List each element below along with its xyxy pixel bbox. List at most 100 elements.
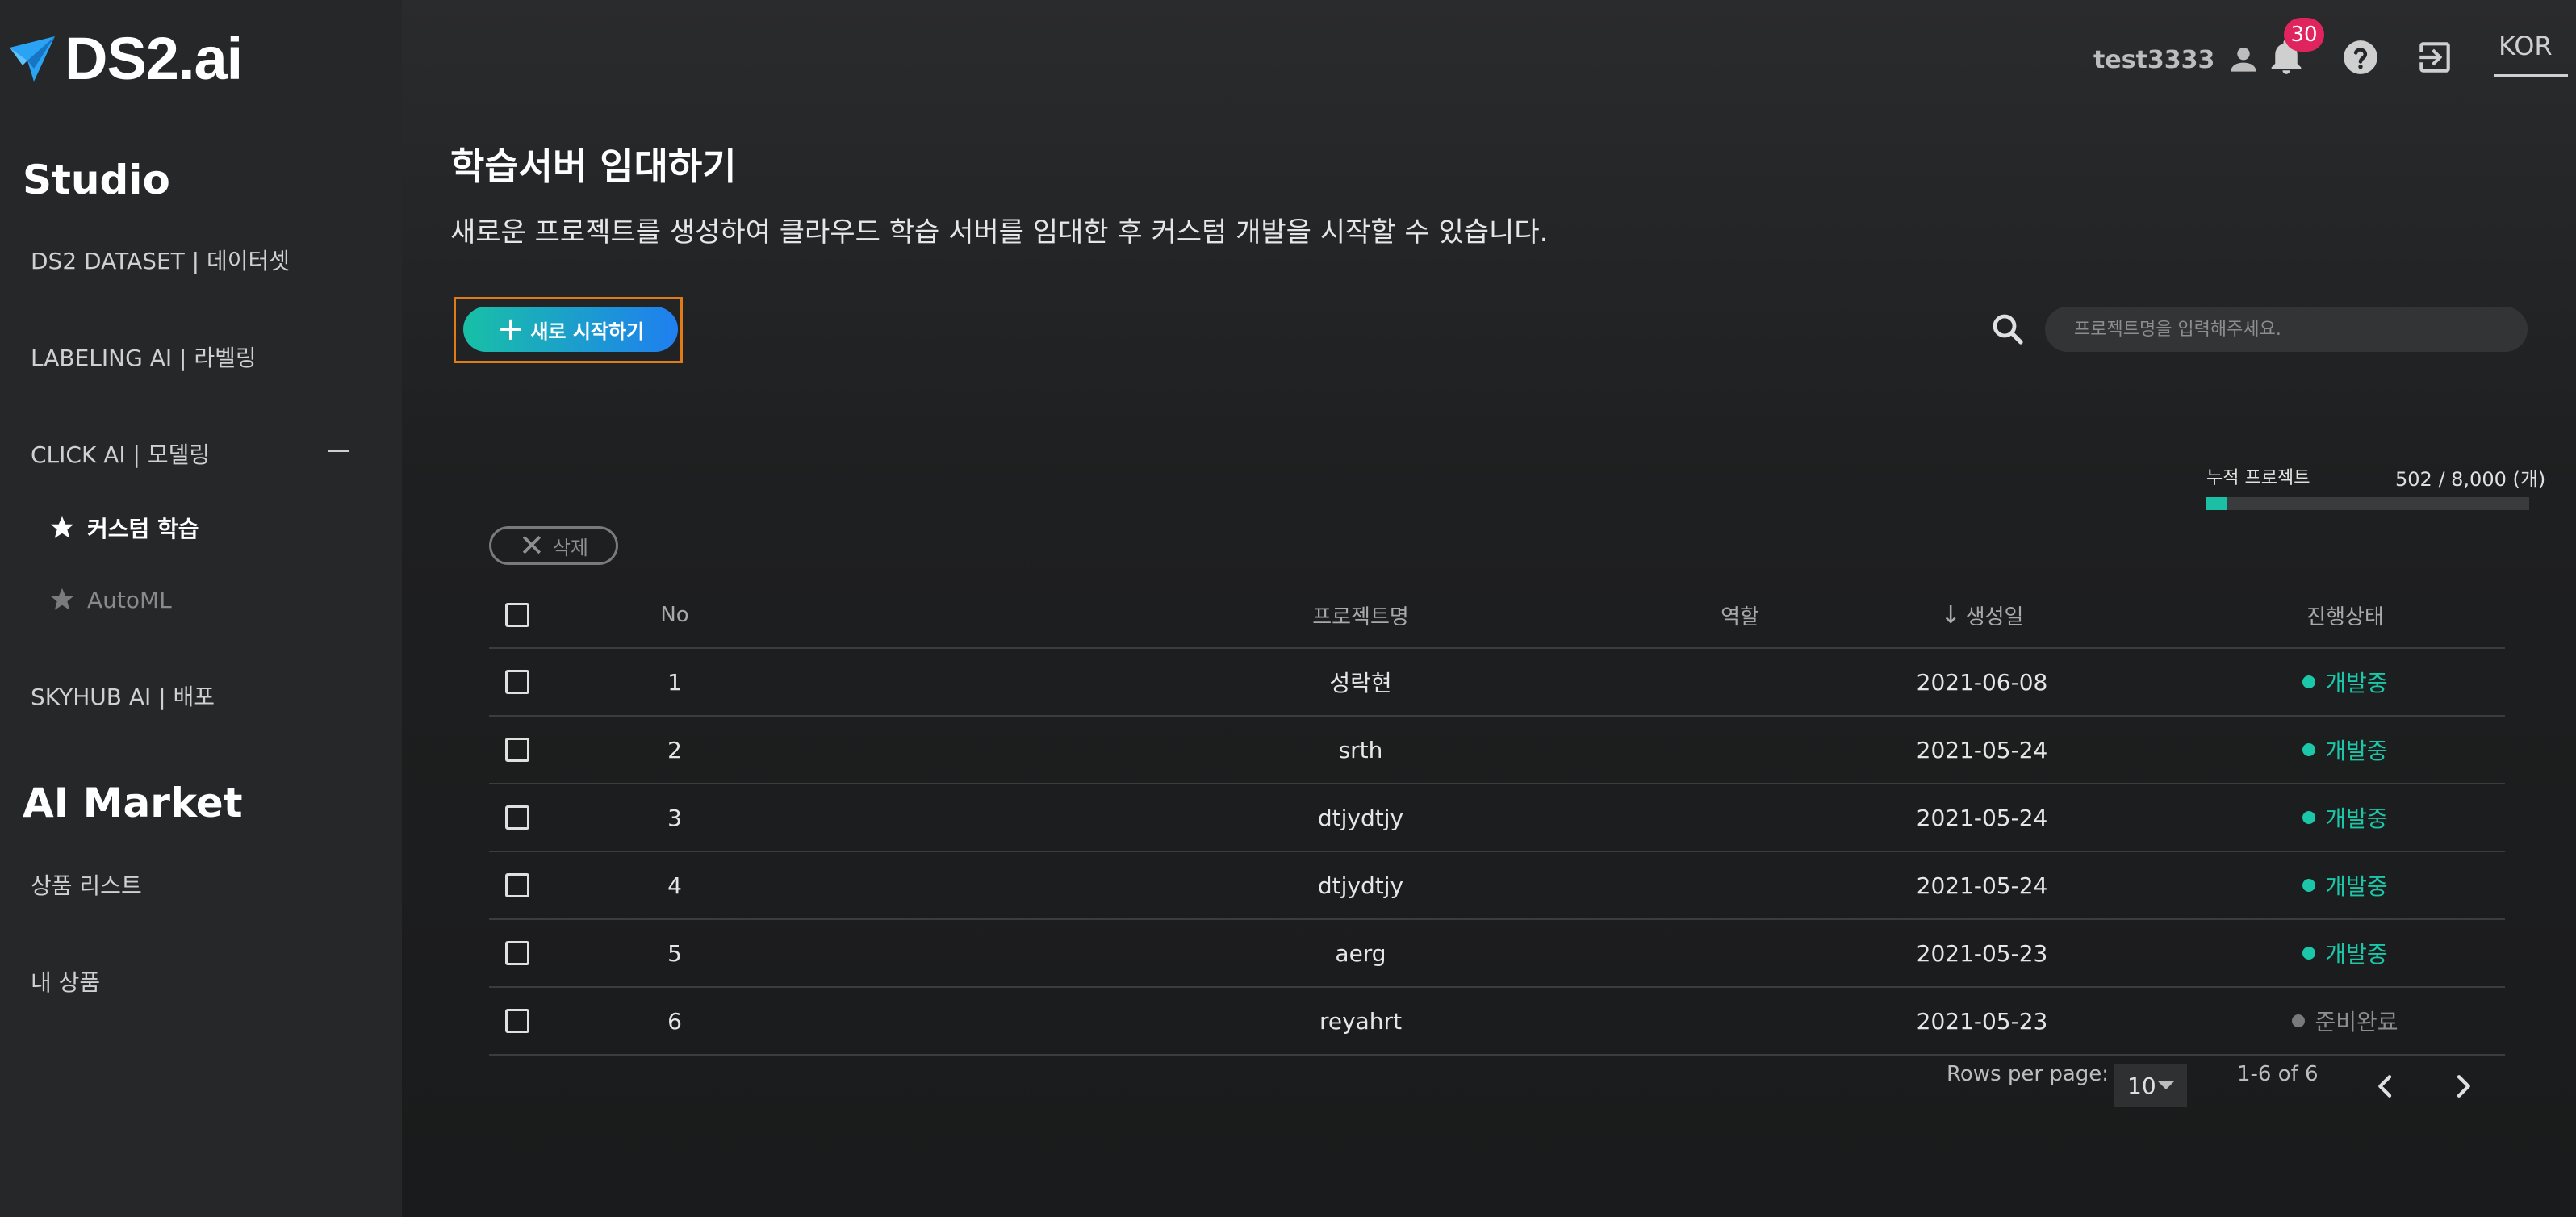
row-check-cell	[505, 852, 529, 918]
status-dot-icon	[2292, 1014, 2306, 1027]
sidebar-subitem-label: 커스텀 학습	[87, 516, 199, 542]
row-check-cell	[505, 920, 529, 986]
row-date: 2021-05-24	[1916, 872, 2048, 899]
column-header-role[interactable]: 역할	[1619, 583, 1861, 647]
status-dot-icon	[2302, 811, 2316, 824]
star-icon	[50, 588, 74, 610]
sidebar-subitem-label: AutoML	[87, 586, 172, 613]
sidebar: DS2.ai Studio DS2 DATASET | 데이터셋 LABELIN…	[0, 0, 402, 1217]
status-dot-icon	[2302, 947, 2316, 960]
row-no: 6	[667, 1007, 682, 1035]
row-project-name[interactable]: dtjydtjy	[1199, 852, 1522, 918]
search-icon[interactable]	[1988, 310, 2027, 349]
row-no: 5	[667, 939, 682, 967]
row-check-cell	[505, 649, 529, 715]
rows-per-page-select[interactable]: 10	[2114, 1064, 2187, 1107]
row-role	[1619, 920, 1861, 986]
status-dot-icon	[2302, 743, 2316, 756]
row-status-label: 개발중	[2325, 670, 2388, 696]
column-header-name[interactable]: 프로젝트명	[1199, 583, 1522, 647]
row-checkbox[interactable]	[505, 670, 529, 694]
row-status: 개발중	[2224, 784, 2466, 851]
sidebar-subitem-automl[interactable]: AutoML	[48, 586, 172, 613]
row-project-name[interactable]: dtjydtjy	[1199, 784, 1522, 851]
select-all-checkbox[interactable]	[505, 603, 529, 627]
row-checkbox[interactable]	[505, 738, 529, 762]
quota-progress-bar	[2206, 497, 2529, 510]
select-all-cell	[505, 583, 529, 647]
new-project-button[interactable]: + 새로 시작하기	[463, 307, 678, 352]
chevron-left-icon[interactable]	[2369, 1070, 2402, 1102]
sidebar-item-dataset[interactable]: DS2 DATASET | 데이터셋	[31, 244, 290, 276]
row-checkbox[interactable]	[505, 805, 529, 830]
row-role	[1619, 649, 1861, 715]
sidebar-item-product-list[interactable]: 상품 리스트	[31, 868, 142, 901]
sidebar-subitem-custom-training[interactable]: 커스텀 학습	[48, 512, 199, 544]
row-project-name[interactable]: reyahrt	[1199, 988, 1522, 1054]
row-project-name[interactable]: srth	[1199, 717, 1522, 783]
section-title-studio: Studio	[23, 157, 170, 203]
row-status: 개발중	[2224, 852, 2466, 918]
search-input[interactable]	[2045, 307, 2528, 352]
row-project-name[interactable]: 성락현	[1199, 649, 1522, 715]
sidebar-item-labeling[interactable]: LABELING AI | 라벨링	[31, 341, 257, 373]
section-title-ai-market: AI Market	[23, 780, 243, 826]
star-icon	[50, 516, 74, 538]
row-role	[1619, 988, 1861, 1054]
column-header-date-label: 생성일	[1965, 604, 2024, 629]
row-role	[1619, 717, 1861, 783]
row-checkbox[interactable]	[505, 873, 529, 897]
row-date: 2021-06-08	[1916, 668, 2048, 696]
pagination-range: 1-6 of 6	[2237, 1062, 2319, 1086]
row-checkbox[interactable]	[505, 1009, 529, 1033]
column-header-date[interactable]: ↓ 생성일	[1861, 583, 2103, 647]
table-row[interactable]: 3 dtjydtjy 2021-05-24 개발중	[489, 784, 2505, 852]
quota-progress-fill	[2206, 497, 2227, 510]
row-status: 개발중	[2224, 920, 2466, 986]
page-title: 학습서버 임대하기	[450, 144, 737, 188]
row-project-name[interactable]: aerg	[1199, 920, 1522, 986]
row-date: 2021-05-23	[1916, 939, 2048, 967]
chevron-right-icon[interactable]	[2447, 1070, 2479, 1102]
logout-icon[interactable]	[2415, 37, 2455, 77]
language-underline	[2494, 74, 2568, 77]
delete-button-label: 삭제	[552, 536, 588, 559]
row-role	[1619, 784, 1861, 851]
row-check-cell	[505, 784, 529, 851]
logo-text: DS2.ai	[65, 25, 243, 92]
column-header-no[interactable]: No	[634, 583, 715, 647]
row-date: 2021-05-23	[1916, 1007, 2048, 1035]
row-status: 개발중	[2224, 717, 2466, 783]
table-row[interactable]: 6 reyahrt 2021-05-23 준비완료	[489, 988, 2505, 1056]
row-status-label: 개발중	[2325, 873, 2388, 900]
delete-button[interactable]: ✕ 삭제	[489, 526, 618, 565]
row-no: 2	[667, 736, 682, 763]
status-dot-icon	[2302, 675, 2316, 688]
sidebar-item-click-ai[interactable]: CLICK AI | 모델링	[31, 437, 210, 470]
table-row[interactable]: 4 dtjydtjy 2021-05-24 개발중	[489, 852, 2505, 920]
status-dot-icon	[2302, 879, 2316, 892]
rows-per-page-value: 10	[2127, 1072, 2156, 1099]
language-selector[interactable]: KOR	[2499, 31, 2553, 61]
collapse-minus-icon[interactable]	[328, 450, 349, 452]
rows-per-page-label: Rows per page:	[1947, 1062, 2110, 1086]
row-status-label: 개발중	[2325, 941, 2388, 968]
page-description: 새로운 프로젝트를 생성하여 클라우드 학습 서버를 임대한 후 커스텀 개발을…	[450, 216, 1549, 249]
table-row[interactable]: 2 srth 2021-05-24 개발중	[489, 717, 2505, 784]
row-status-label: 개발중	[2325, 738, 2388, 764]
quota-label: 누적 프로젝트	[2206, 468, 2310, 488]
table-row[interactable]: 1 성락현 2021-06-08 개발중	[489, 649, 2505, 717]
column-header-status[interactable]: 진행상태	[2224, 583, 2466, 647]
sidebar-item-skyhub[interactable]: SKYHUB AI | 배포	[31, 680, 215, 712]
row-check-cell	[505, 988, 529, 1054]
notification-badge: 30	[2284, 18, 2324, 52]
help-icon[interactable]	[2340, 37, 2381, 77]
row-check-cell	[505, 717, 529, 783]
row-checkbox[interactable]	[505, 941, 529, 965]
row-status-label: 준비완료	[2315, 1009, 2398, 1035]
table-row[interactable]: 5 aerg 2021-05-23 개발중	[489, 920, 2505, 988]
logo[interactable]: DS2.ai	[6, 24, 243, 93]
sidebar-item-my-products[interactable]: 내 상품	[31, 965, 100, 997]
row-date: 2021-05-24	[1916, 736, 2048, 763]
user-menu[interactable]: test3333	[2093, 42, 2261, 77]
